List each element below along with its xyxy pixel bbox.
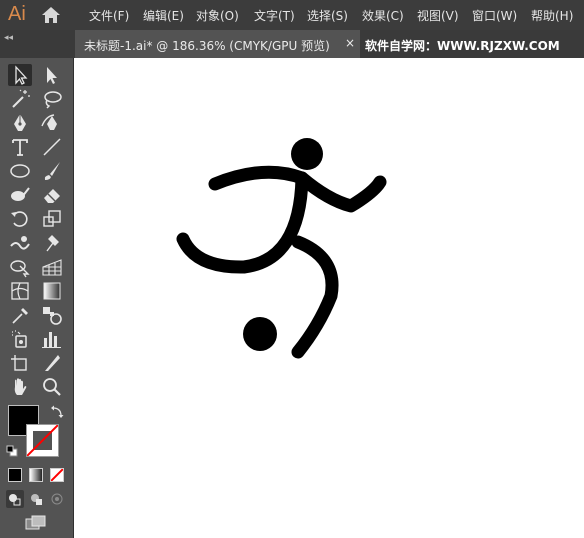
tab-close-icon[interactable]: × <box>345 36 355 50</box>
column-graph-tool-icon <box>42 332 61 348</box>
curvature-tool-icon <box>41 114 57 130</box>
shape-builder-tool-icon <box>10 260 30 278</box>
menu-effect[interactable]: 效果(C) <box>362 7 404 24</box>
eyedropper-tool-icon <box>12 308 28 324</box>
shape-builder-tool[interactable] <box>8 256 32 278</box>
leg-path[interactable] <box>291 235 339 359</box>
column-graph-tool[interactable] <box>40 328 64 350</box>
pen-tool[interactable] <box>8 112 32 134</box>
hand-tool[interactable] <box>8 376 32 398</box>
rotate-tool[interactable] <box>8 208 32 230</box>
football-player-artwork[interactable] <box>74 58 584 538</box>
ellipse-tool-icon <box>10 164 30 178</box>
artboard-tool-icon <box>11 355 27 371</box>
symbol-sprayer-tool-icon <box>12 330 27 348</box>
zoom-tool-icon <box>43 378 61 396</box>
slice-tool[interactable] <box>40 352 64 374</box>
swap-fill-stroke-icon[interactable] <box>50 405 64 419</box>
hand-tool-icon <box>14 378 27 395</box>
draw-inside-icon <box>51 493 63 505</box>
menu-select[interactable]: 选择(S) <box>307 7 348 24</box>
warp-tool-icon <box>10 236 30 250</box>
eyedropper-tool[interactable] <box>8 304 32 326</box>
mesh-tool-icon <box>11 282 29 300</box>
gradient-tool-icon <box>43 282 61 300</box>
none-stroke-indicator <box>27 425 58 456</box>
direct-selection-tool[interactable] <box>40 64 64 86</box>
shaper-tool-icon <box>11 187 30 201</box>
scale-tool[interactable] <box>40 208 64 230</box>
eraser-tool[interactable] <box>40 184 64 206</box>
selection-tool-icon <box>15 65 28 85</box>
head-circle[interactable] <box>291 138 323 170</box>
menu-object[interactable]: 对象(O) <box>196 7 239 24</box>
stroke-swatch[interactable] <box>26 424 59 457</box>
collapse-panel-icon[interactable]: ◂◂ <box>4 33 13 43</box>
menu-file[interactable]: 文件(F) <box>89 7 129 24</box>
ellipse-tool[interactable] <box>8 160 32 182</box>
gradient-tool[interactable] <box>40 280 64 302</box>
eraser-tool-icon <box>44 189 60 203</box>
watermark-text: 软件自学网：WWW.RJZXW.COM <box>365 39 560 53</box>
line-segment-tool-icon <box>43 138 61 156</box>
draw-behind-icon <box>31 494 42 505</box>
paintbrush-tool[interactable] <box>40 160 64 182</box>
shaper-tool[interactable] <box>8 184 32 206</box>
perspective-grid-tool[interactable] <box>40 256 64 278</box>
color-mode-button[interactable] <box>8 468 22 482</box>
menu-edit[interactable]: 编辑(E) <box>143 7 184 24</box>
lasso-tool-icon <box>44 91 62 109</box>
type-tool-icon <box>12 139 28 156</box>
draw-inside-button[interactable] <box>48 490 66 508</box>
artboard-tool[interactable] <box>8 352 32 374</box>
blend-tool[interactable] <box>40 304 64 326</box>
default-fill-stroke-icon[interactable] <box>6 445 18 457</box>
symbol-sprayer-tool[interactable] <box>8 328 32 350</box>
paintbrush-tool-icon <box>44 162 60 180</box>
artboard-canvas[interactable] <box>74 58 584 538</box>
menu-type[interactable]: 文字(T) <box>254 7 295 24</box>
tab-document[interactable]: 未标题-1.ai* @ 186.36% (CMYK/GPU 预览) × <box>75 30 360 58</box>
slice-tool-icon <box>45 355 60 371</box>
tab-document-title: 未标题-1.ai* @ 186.36% (CMYK/GPU 预览) <box>84 39 330 53</box>
pen-tool-icon <box>14 114 26 131</box>
lasso-tool[interactable] <box>40 88 64 110</box>
type-tool[interactable] <box>8 136 32 158</box>
menu-window[interactable]: 窗口(W) <box>472 7 517 24</box>
perspective-grid-tool-icon <box>42 259 62 276</box>
selection-tool[interactable] <box>8 64 32 86</box>
mesh-tool[interactable] <box>8 280 32 302</box>
curvature-tool[interactable] <box>40 112 64 134</box>
puppet-warp-tool-icon <box>46 235 59 252</box>
magic-wand-tool-icon <box>12 89 30 108</box>
draw-behind-button[interactable] <box>27 490 45 508</box>
line-segment-tool[interactable] <box>40 136 64 158</box>
body-path[interactable] <box>176 171 309 274</box>
none-mode-button[interactable] <box>50 468 64 482</box>
screen-mode-icon <box>25 515 46 530</box>
draw-normal-icon <box>9 494 21 506</box>
zoom-tool[interactable] <box>40 376 64 398</box>
scale-tool-icon <box>43 210 61 227</box>
gradient-mode-button[interactable] <box>29 468 43 482</box>
menu-help[interactable]: 帮助(H) <box>531 7 573 24</box>
screen-mode-button[interactable] <box>24 514 48 532</box>
warp-tool[interactable] <box>8 232 32 254</box>
puppet-warp-tool[interactable] <box>40 232 64 254</box>
rotate-tool-icon <box>11 211 28 227</box>
direct-selection-tool-icon <box>47 67 57 84</box>
menu-view[interactable]: 视图(V) <box>417 7 459 24</box>
tools-panel <box>0 58 74 538</box>
app-logo: Ai <box>8 3 26 25</box>
none-icon <box>51 469 63 481</box>
home-icon[interactable] <box>41 6 61 24</box>
draw-normal-button[interactable] <box>6 490 24 508</box>
ball-circle[interactable] <box>243 317 277 351</box>
menu-bar: Ai 文件(F) 编辑(E) 对象(O) 文字(T) 选择(S) 效果(C) 视… <box>0 0 584 30</box>
magic-wand-tool[interactable] <box>8 88 32 110</box>
blend-tool-icon <box>43 307 62 325</box>
